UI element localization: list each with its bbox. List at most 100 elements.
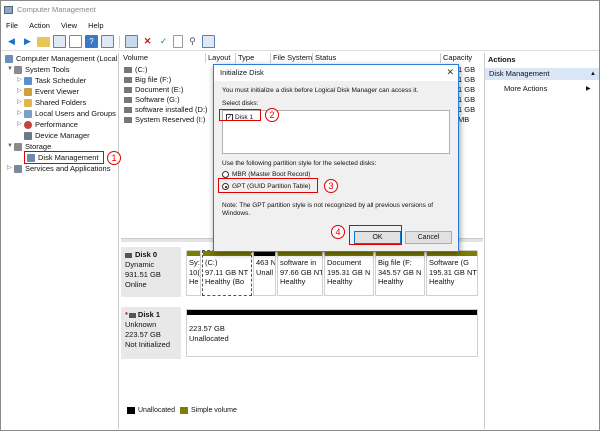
back-arrow-icon[interactable]: ◀ xyxy=(5,35,18,48)
tree-root[interactable]: Computer Management (Local xyxy=(5,53,117,64)
col-volume[interactable]: Volume xyxy=(121,53,206,63)
disk-1-highlight xyxy=(219,109,261,121)
partition-g[interactable]: Software (G 195.31 GB NT Healthy xyxy=(426,250,478,296)
partition-text: software in 97.66 GB NT Healthy xyxy=(280,258,323,286)
col-file-system[interactable]: File System xyxy=(271,53,313,63)
chevron-right-icon[interactable]: ▶ xyxy=(586,85,591,92)
chevron-down-icon[interactable]: ▼ xyxy=(7,64,14,75)
chevron-right-icon[interactable]: ▷ xyxy=(17,108,24,119)
tree-event-viewer[interactable]: ▷ Event Viewer xyxy=(17,86,79,97)
volume-row[interactable]: Document (E:) 1 GB xyxy=(121,85,475,95)
actions-pane: Actions Disk Management ▲ More Actions ▶ xyxy=(484,53,599,429)
gpt-highlight xyxy=(218,178,318,193)
volume-icon xyxy=(124,87,132,93)
disk-0-status: Online xyxy=(125,280,147,289)
disk-1-info[interactable]: * Disk 1 Unknown 223.57 GB Not Initializ… xyxy=(121,307,181,359)
device-manager-icon xyxy=(24,131,32,140)
properties-icon[interactable] xyxy=(69,35,82,48)
help-icon[interactable]: ? xyxy=(85,35,98,48)
chevron-right-icon[interactable]: ▷ xyxy=(7,163,14,174)
col-layout[interactable]: Layout xyxy=(206,53,236,63)
volume-name: Big file (F:) xyxy=(135,75,172,84)
partition-text: 463 N Unall xyxy=(256,258,276,277)
volume-name: Software (G:) xyxy=(135,95,180,104)
volume-capacity: 1 GB xyxy=(458,65,476,74)
clock-icon xyxy=(24,76,32,85)
disk-0-title: Disk 0 xyxy=(125,250,177,260)
chevron-right-icon[interactable]: ▷ xyxy=(17,97,24,108)
export-icon[interactable] xyxy=(202,35,215,48)
tree-shared-folders-label: Shared Folders xyxy=(35,98,87,107)
disk-1-type: Unknown xyxy=(125,320,157,329)
title-bar: Computer Management xyxy=(1,1,599,18)
volume-row[interactable]: software installed (D:) 1 GB xyxy=(121,105,475,115)
tree-task-scheduler[interactable]: ▷ Task Scheduler xyxy=(17,75,86,86)
connect-icon[interactable] xyxy=(125,35,138,48)
step-badge-1: 1 xyxy=(107,151,121,165)
disk-error-icon: * xyxy=(125,310,128,319)
disk-0-size: 931.51 GB xyxy=(125,270,161,279)
tree-system-tools[interactable]: ▼ System Tools xyxy=(7,64,69,75)
partition-system[interactable]: Sy: 10(He xyxy=(186,250,201,296)
col-type[interactable]: Type xyxy=(236,53,271,63)
tree-performance-label: Performance xyxy=(35,120,78,129)
mbr-radio[interactable] xyxy=(222,171,229,178)
volume-row[interactable]: Big file (F:) 1 GB xyxy=(121,75,475,85)
partition-disk1-unallocated[interactable]: 223.57 GB Unallocated xyxy=(186,309,478,357)
disk-management-highlight xyxy=(24,151,104,164)
tree-device-manager[interactable]: Device Manager xyxy=(24,130,90,141)
step-badge-4: 4 xyxy=(331,225,345,239)
volume-row[interactable]: (C:) 1 GB xyxy=(121,65,475,75)
console-tree-icon[interactable] xyxy=(53,35,66,48)
volume-row[interactable]: System Reserved (I:) MB xyxy=(121,115,469,125)
disk-1-title: * Disk 1 xyxy=(125,310,177,320)
chevron-down-icon[interactable]: ▼ xyxy=(7,141,14,152)
partition-c[interactable]: (C:) 97.11 GB NT Healthy (Bo xyxy=(202,250,252,296)
actions-section[interactable]: Disk Management ▲ xyxy=(485,68,599,80)
checkmark-icon[interactable]: ✓ xyxy=(157,35,170,48)
folder-up-icon[interactable] xyxy=(37,36,50,47)
volume-row[interactable]: Software (G:) 1 GB xyxy=(121,95,475,105)
menu-action[interactable]: Action xyxy=(29,21,50,30)
menu-file[interactable]: File xyxy=(6,21,18,30)
tree-device-manager-label: Device Manager xyxy=(35,131,90,140)
volume-icon xyxy=(124,117,132,123)
chevron-up-icon[interactable]: ▲ xyxy=(590,68,596,80)
more-actions[interactable]: More Actions ▶ xyxy=(504,84,591,93)
partition-e[interactable]: Document 195.31 GB N Healthy xyxy=(324,250,374,296)
volume-capacity: 1 GB xyxy=(458,85,476,94)
forward-arrow-icon[interactable]: ▶ xyxy=(21,35,34,48)
partition-text: Sy: 10(He xyxy=(189,258,200,286)
col-capacity[interactable]: Capacity xyxy=(441,53,483,63)
menu-help[interactable]: Help xyxy=(88,21,103,30)
cancel-button[interactable]: Cancel xyxy=(405,231,452,244)
volume-capacity: 1 GB xyxy=(458,105,476,114)
close-icon[interactable]: ✕ xyxy=(446,67,454,78)
search-icon[interactable]: ⚲ xyxy=(186,35,199,48)
toolbar: ◀ ▶ ? ✕ ✓ ⚲ xyxy=(1,33,599,51)
tree-performance[interactable]: ▷ Performance xyxy=(17,119,78,130)
delete-icon[interactable]: ✕ xyxy=(141,35,154,48)
chevron-right-icon[interactable]: ▷ xyxy=(17,119,24,130)
chevron-right-icon[interactable]: ▷ xyxy=(17,86,24,97)
view-icon[interactable] xyxy=(101,35,114,48)
disk-0-info[interactable]: Disk 0 Dynamic 931.51 GB Online xyxy=(121,247,181,297)
partition-text: Big file (F: 345.57 GB N Healthy xyxy=(378,258,422,286)
simple-volume-swatch xyxy=(179,407,188,414)
menu-view[interactable]: View xyxy=(61,21,77,30)
volume-icon xyxy=(124,77,132,83)
menu-bar: File Action View Help xyxy=(1,18,599,33)
note-line-1: Note: The GPT partition style is not rec… xyxy=(222,202,434,209)
volume-name: Document (E:) xyxy=(135,85,184,94)
partition-unallocated[interactable]: 463 N Unall xyxy=(253,250,276,296)
event-viewer-icon xyxy=(24,87,32,96)
partition-d[interactable]: software in 97.66 GB NT Healthy xyxy=(277,250,323,296)
tree-services[interactable]: ▷ Services and Applications xyxy=(7,163,110,174)
partition-f[interactable]: Big file (F: 345.57 GB N Healthy xyxy=(375,250,425,296)
tree-local-users[interactable]: ▷ Local Users and Groups xyxy=(17,108,116,119)
disk-1-name: Disk 1 xyxy=(137,310,161,319)
new-icon[interactable] xyxy=(173,35,183,48)
tree-shared-folders[interactable]: ▷ Shared Folders xyxy=(17,97,86,108)
col-status[interactable]: Status xyxy=(313,53,441,63)
chevron-right-icon[interactable]: ▷ xyxy=(17,75,24,86)
